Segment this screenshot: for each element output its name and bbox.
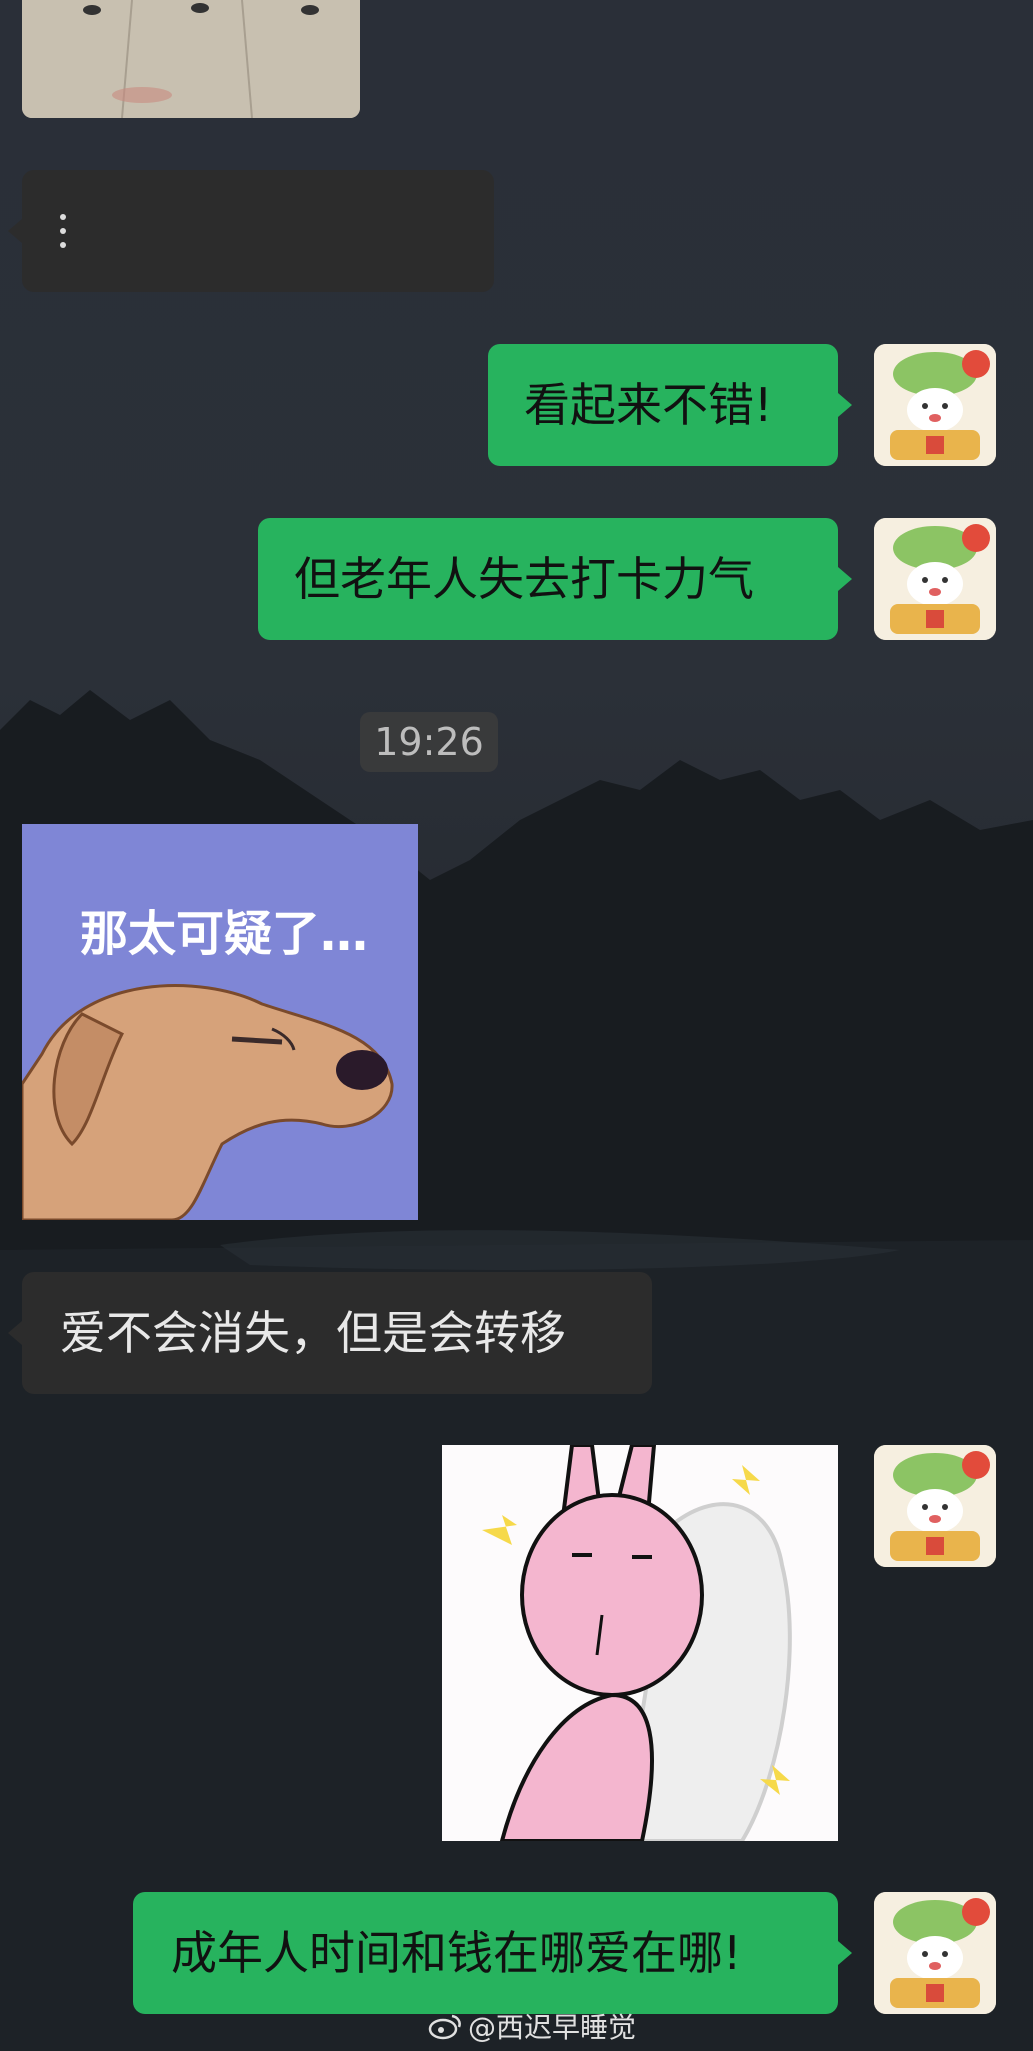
- avatar-image: [874, 344, 996, 466]
- bubble-tail: [838, 1941, 852, 1965]
- voice-message-bubble[interactable]: [22, 170, 494, 292]
- message-text: 看起来不错!: [524, 378, 773, 432]
- user-avatar[interactable]: [874, 518, 996, 640]
- weibo-icon: [428, 2014, 461, 2040]
- bunny-sticker-message[interactable]: [442, 1445, 838, 1841]
- photo-thumbnail: [22, 0, 360, 118]
- sent-message-bubble[interactable]: 成年人时间和钱在哪爱在哪!: [133, 1892, 838, 2014]
- bunny-sticker-image: [442, 1445, 838, 1841]
- user-avatar[interactable]: [874, 1892, 996, 2014]
- photo-message[interactable]: [22, 0, 360, 118]
- message-text: 但老年人失去打卡力气: [294, 552, 754, 606]
- avatar-image: [874, 1445, 996, 1567]
- message-text: 爱不会消失，但是会转移: [60, 1306, 566, 1360]
- voice-wave-icon: [60, 214, 66, 248]
- bubble-tail: [838, 393, 852, 417]
- sticker-caption: 那太可疑了…: [80, 906, 369, 962]
- avatar-image: [874, 518, 996, 640]
- avatar-image: [874, 1892, 996, 2014]
- sent-message-bubble[interactable]: 但老年人失去打卡力气: [258, 518, 838, 640]
- user-avatar[interactable]: [874, 344, 996, 466]
- message-text: 成年人时间和钱在哪爱在哪!: [171, 1926, 742, 1980]
- dog-sticker-image: [22, 824, 418, 1220]
- received-message-bubble[interactable]: 爱不会消失，但是会转移: [22, 1272, 652, 1394]
- sent-message-bubble[interactable]: 看起来不错!: [488, 344, 838, 466]
- dog-sticker-message[interactable]: 那太可疑了…: [22, 824, 418, 1220]
- watermark: @西迟早睡觉: [428, 2006, 636, 2046]
- timestamp: 19:26: [360, 712, 498, 772]
- user-avatar[interactable]: [874, 1445, 996, 1567]
- bubble-tail: [8, 1321, 22, 1345]
- watermark-handle: @西迟早睡觉: [468, 2011, 637, 2044]
- bubble-tail: [8, 219, 22, 243]
- bubble-tail: [838, 567, 852, 591]
